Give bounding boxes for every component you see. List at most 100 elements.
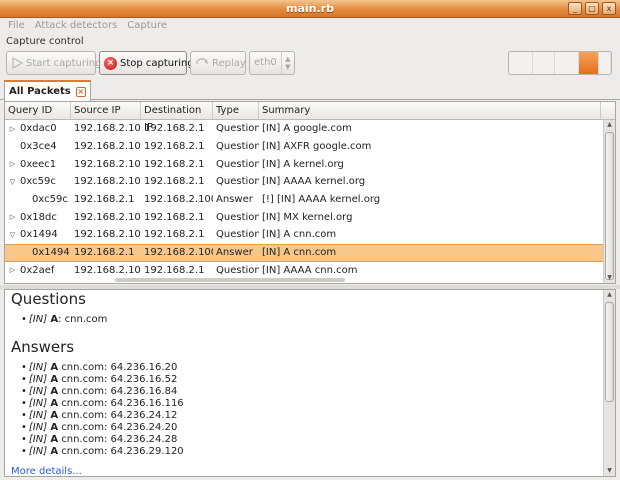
answers-heading: Answers <box>11 338 75 356</box>
summary-cell: [IN] AAAA cnn.com <box>262 264 358 276</box>
answers-list: • [IN] A cnn.com: 64.236.16.20 • [IN] A cnn… <box>11 362 601 458</box>
record-type: A <box>50 314 59 325</box>
query-id: 0x1494 <box>20 229 58 241</box>
query-id-cell: ▷ 0xeec1 <box>5 159 71 170</box>
menu-bar: File Attack detectors Capture <box>0 18 620 34</box>
capture-toolbar: Start capturing × Stop capturing Replay … <box>6 50 295 76</box>
replay-button[interactable]: Replay <box>190 51 246 75</box>
table-rows: ▷ 0xdac0 192.168.2.100 192.168.2.1 Question[… <box>5 120 603 279</box>
scroll-up-icon[interactable]: ▲ <box>604 290 615 300</box>
title-bar: main.rb _ □ x <box>0 0 620 18</box>
details-scrollbar[interactable]: ▲ ▼ <box>603 290 615 476</box>
query-id: 0xc59c <box>32 194 68 206</box>
query-id-cell: ▽ 0xc59c <box>5 176 71 187</box>
summary-cell: [IN] AAAA kernel.org <box>262 176 366 188</box>
summary-cell: [!] [IN] AAAA kernel.org <box>262 194 381 206</box>
summary-cell: [IN] AXFR google.com <box>262 141 372 153</box>
expand-icon[interactable]: ▷ <box>8 160 17 168</box>
answer-item: • [IN] A cnn.com: 64.236.16.84 <box>21 386 601 398</box>
expand-icon[interactable]: ▷ <box>8 266 17 274</box>
maximize-button[interactable]: □ <box>585 2 599 15</box>
record-class: [IN] <box>28 398 48 409</box>
table-row[interactable]: ▽ 0xc59c 192.168.2.100 192.168.2.1 Question[… <box>5 173 603 191</box>
table-row[interactable]: 0x3ce4 192.168.2.100 192.168.2.1 Question [I… <box>5 138 603 156</box>
scroll-down-icon[interactable]: ▼ <box>604 273 615 283</box>
column-type[interactable]: Type <box>213 102 259 119</box>
window-title: main.rb <box>286 2 334 15</box>
query-id: 0x2aef <box>20 264 55 276</box>
source-ip-cell: 192.168.2.100 <box>74 176 141 188</box>
scroll-down-icon[interactable]: ▼ <box>604 466 615 476</box>
stop-icon: × <box>104 56 117 70</box>
menu-file[interactable]: File <box>8 18 25 34</box>
replay-icon <box>195 56 209 70</box>
table-row[interactable]: ▷ 0xeec1 192.168.2.100 192.168.2.1 Question[… <box>5 155 603 173</box>
column-summary[interactable]: Summary <box>259 102 601 119</box>
hscroll-thumb[interactable] <box>115 278 345 282</box>
record-class: [IN] <box>28 374 48 385</box>
record-class: [IN] <box>28 410 48 421</box>
destination-ip-cell: 192.168.2.100 <box>144 247 213 259</box>
questions-heading: Questions <box>11 290 86 308</box>
tab-all-packets[interactable]: All Packets × <box>4 80 91 101</box>
record-value: cnn.com: 64.236.16.52 <box>58 374 178 385</box>
close-tab-icon[interactable]: × <box>75 86 86 97</box>
source-ip-cell: 192.168.2.1 <box>74 194 135 206</box>
menu-capture[interactable]: Capture <box>127 18 167 34</box>
type-cell: Answer <box>216 194 253 206</box>
interface-select[interactable]: eth0 ▲ ▼ <box>249 51 295 75</box>
scroll-thumb[interactable] <box>605 132 614 280</box>
expand-icon[interactable]: ▷ <box>8 213 17 221</box>
record-type: A <box>50 422 59 433</box>
bullet: • <box>21 386 27 397</box>
query-id-cell: 0x3ce4 <box>5 141 71 152</box>
minimize-button[interactable]: _ <box>568 2 582 15</box>
column-destination-ip[interactable]: Destination IP <box>141 102 213 133</box>
table-row[interactable]: ▷ 0x18dc 192.168.2.100 192.168.2.1 Question[… <box>5 208 603 226</box>
query-id-cell: ▷ 0x2aef <box>5 265 71 276</box>
close-button[interactable]: x <box>602 2 616 15</box>
expand-icon[interactable]: ▷ <box>8 125 17 133</box>
destination-ip-cell: 192.168.2.1 <box>144 264 205 276</box>
more-details-link[interactable]: More details... <box>11 466 82 476</box>
record-type: A <box>50 446 59 457</box>
scroll-up-icon[interactable]: ▲ <box>604 120 615 130</box>
record-class: [IN] <box>28 314 48 325</box>
query-id: 0xeec1 <box>20 158 57 170</box>
table-scrollbar[interactable]: ▲ ▼ <box>603 120 615 283</box>
record-value: cnn.com: 64.236.24.12 <box>58 410 178 421</box>
summary-cell: [IN] A cnn.com <box>262 247 337 259</box>
table-row[interactable]: 0xc59c 192.168.2.1 192.168.2.100 Answer [!] … <box>5 191 603 209</box>
answer-item: • [IN] A cnn.com: 64.236.16.52 <box>21 374 601 386</box>
capture-activity-meter <box>508 51 612 75</box>
capture-control-label: Capture control <box>6 36 84 47</box>
column-query-id[interactable]: Query ID <box>5 102 71 119</box>
record-class: [IN] <box>28 386 48 397</box>
answer-item: • [IN] A cnn.com: 64.236.29.120 <box>21 446 601 458</box>
record-value: cnn.com: 64.236.24.20 <box>58 422 178 433</box>
collapse-icon[interactable]: ▽ <box>8 178 17 186</box>
table-header: Query ID Source IP Destination IP Type S… <box>5 102 615 133</box>
stop-capturing-button[interactable]: × Stop capturing <box>99 51 194 75</box>
source-ip-cell: 192.168.2.100 <box>74 229 141 241</box>
summary-cell: [IN] A google.com <box>262 123 352 135</box>
record-value: cnn.com: 64.236.16.116 <box>58 398 184 409</box>
table-row[interactable]: 0x1494 192.168.2.1 192.168.2.100 Answer [IN]… <box>5 243 603 262</box>
type-cell: Answer <box>216 247 253 259</box>
collapse-icon[interactable]: ▽ <box>8 231 17 239</box>
menu-attack-detectors[interactable]: Attack detectors <box>35 18 118 34</box>
start-capturing-button[interactable]: Start capturing <box>6 51 101 75</box>
answer-item: • [IN] A cnn.com: 64.236.16.20 <box>21 362 601 374</box>
stop-capturing-label: Stop capturing <box>120 57 194 69</box>
table-hscrollbar[interactable] <box>5 277 603 283</box>
query-id: 0x1494 <box>32 247 70 259</box>
table-row[interactable]: ▽ 0x1494 192.168.2.100 192.168.2.1 Question[… <box>5 226 603 244</box>
column-source-ip[interactable]: Source IP <box>71 102 141 119</box>
bullet: • <box>21 398 27 409</box>
scroll-thumb[interactable] <box>605 302 614 402</box>
table-row[interactable]: ▷ 0xdac0 192.168.2.100 192.168.2.1 Question[… <box>5 120 603 138</box>
source-ip-cell: 192.168.2.100 <box>74 123 141 135</box>
record-value: : cnn.com <box>58 314 108 325</box>
record-class: [IN] <box>28 434 48 445</box>
destination-ip-cell: 192.168.2.1 <box>144 211 205 223</box>
